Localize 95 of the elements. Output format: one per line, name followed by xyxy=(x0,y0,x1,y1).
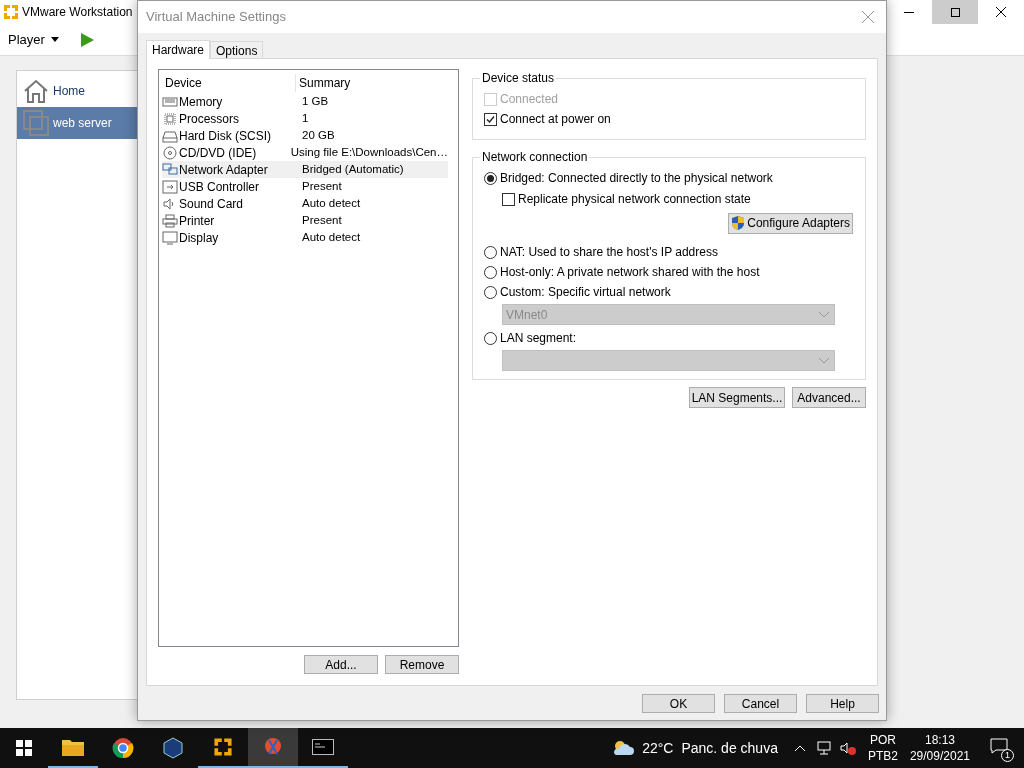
device-summary: 20 GB xyxy=(301,127,335,143)
window-title: VMware Workstation xyxy=(22,4,133,21)
chevron-down-icon xyxy=(819,357,829,364)
weather-condition[interactable]: Panc. de chuva xyxy=(681,737,778,759)
device-name: Network Adapter xyxy=(179,161,268,179)
device-row[interactable]: Network Adapter Bridged (Automatic) xyxy=(162,161,448,178)
monitor-icon xyxy=(162,230,178,245)
device-summary: Present xyxy=(301,212,342,228)
notification-count: 1 xyxy=(1001,749,1014,762)
app-logo-icon xyxy=(2,3,20,21)
device-summary: Present xyxy=(301,178,342,194)
radio-button[interactable] xyxy=(484,285,497,299)
device-name: Printer xyxy=(179,212,215,230)
device-name: Sound Card xyxy=(179,195,244,213)
network-icon xyxy=(162,162,178,177)
radio-label: Bridged: Connected directly to the physical network xyxy=(500,170,773,187)
device-row[interactable]: CD/DVD (IDE) Using file E:\Downloads\Cen… xyxy=(162,144,448,161)
checkbox[interactable] xyxy=(502,192,515,206)
dialog-title: Virtual Machine Settings xyxy=(146,8,286,27)
device-summary: Auto detect xyxy=(301,229,361,245)
checkbox-label: Connected xyxy=(500,91,559,108)
vm-icon xyxy=(23,110,49,136)
notification-icon[interactable] xyxy=(990,738,1008,754)
checkbox[interactable] xyxy=(484,112,497,126)
device-row[interactable]: Hard Disk (SCSI) 20 GB xyxy=(162,127,448,144)
chevron-down-icon xyxy=(819,311,829,318)
device-row[interactable]: Printer Present xyxy=(162,212,448,229)
dialog-button[interactable]: Cancel xyxy=(724,694,797,713)
dialog-button[interactable]: Add... xyxy=(304,655,378,674)
radio-button[interactable] xyxy=(484,265,497,279)
hard-disk-icon xyxy=(162,128,178,143)
dialog-button[interactable]: Help xyxy=(806,694,879,713)
device-name: Memory xyxy=(179,93,223,111)
device-summary: 1 GB xyxy=(301,93,329,109)
device-name: USB Controller xyxy=(179,178,260,196)
radio-label: NAT: Used to share the host's IP address xyxy=(500,244,718,261)
weather-cloud-icon xyxy=(612,739,635,757)
device-name: CD/DVD (IDE) xyxy=(179,144,257,162)
network-tray-icon[interactable] xyxy=(815,740,832,756)
memory-icon xyxy=(162,94,178,109)
caret-icon xyxy=(50,37,59,42)
clock-date: 29/09/2021 xyxy=(909,748,970,764)
player-menu[interactable]: Player xyxy=(8,29,59,50)
device-row[interactable]: USB Controller Present xyxy=(162,178,448,195)
device-row[interactable]: Sound Card Auto detect xyxy=(162,195,448,212)
tab[interactable]: Hardware xyxy=(146,40,211,59)
radio-button[interactable] xyxy=(484,171,497,185)
radio-button[interactable] xyxy=(484,331,497,345)
weather-temperature[interactable]: 22°C xyxy=(642,737,674,759)
usb-icon xyxy=(162,179,178,194)
dialog-button[interactable]: LAN Segments... xyxy=(689,387,785,408)
play-icon[interactable] xyxy=(78,31,95,48)
device-name: Processors xyxy=(179,110,240,128)
radio-button[interactable] xyxy=(484,245,497,259)
device-summary: Bridged (Automatic) xyxy=(301,161,404,177)
library-item[interactable]: Home xyxy=(17,75,145,107)
tab[interactable]: Options xyxy=(210,41,264,58)
library-label: web server xyxy=(53,115,112,132)
language-code: POR xyxy=(869,732,896,748)
windows-logo-icon[interactable] xyxy=(16,740,32,756)
device-name: Hard Disk (SCSI) xyxy=(179,127,271,145)
close-icon[interactable] xyxy=(862,11,874,23)
device-row[interactable]: Memory 1 GB xyxy=(162,93,448,110)
device-summary: Auto detect xyxy=(301,195,361,211)
radio-label: LAN segment: xyxy=(500,330,577,347)
checkbox-label: Replicate physical network connection state xyxy=(518,191,751,208)
maximize-icon[interactable] xyxy=(932,0,978,24)
group-title: Device status xyxy=(481,70,556,87)
chevron-up-icon[interactable] xyxy=(793,744,806,752)
language-indicator[interactable]: POR PTB2 xyxy=(867,732,898,764)
column-header[interactable]: Device xyxy=(162,74,296,92)
shield-icon xyxy=(731,215,746,231)
configure-adapters-button[interactable]: Configure Adapters xyxy=(728,212,853,234)
device-name: Display xyxy=(179,229,219,247)
library-label: Home xyxy=(53,83,85,100)
device-summary: 1 xyxy=(301,110,309,126)
dialog-button[interactable]: OK xyxy=(642,694,715,713)
clock-time: 18:13 xyxy=(924,732,955,748)
checkbox-label: Connect at power on xyxy=(500,111,611,128)
disc-icon xyxy=(162,145,178,160)
keyboard-layout: PTB2 xyxy=(867,748,898,764)
device-row[interactable]: Display Auto detect xyxy=(162,229,448,246)
dialog-button[interactable]: Advanced... xyxy=(792,387,866,408)
muted-speaker-icon[interactable] xyxy=(839,740,856,756)
device-row[interactable]: Processors 1 xyxy=(162,110,448,127)
radio-label: Host-only: A private network shared with the host xyxy=(500,264,760,281)
printer-icon xyxy=(162,213,178,228)
chip-icon xyxy=(162,111,178,126)
column-header[interactable]: Summary xyxy=(296,74,354,92)
radio-label: Custom: Specific virtual network xyxy=(500,284,671,301)
device-summary: Using file E:\Downloads\Cen… xyxy=(289,144,448,160)
clock[interactable]: 18:13 29/09/2021 xyxy=(909,732,970,764)
dialog-button[interactable]: Remove xyxy=(385,655,459,674)
group-title: Network connection xyxy=(481,149,589,166)
house-icon xyxy=(23,78,49,104)
